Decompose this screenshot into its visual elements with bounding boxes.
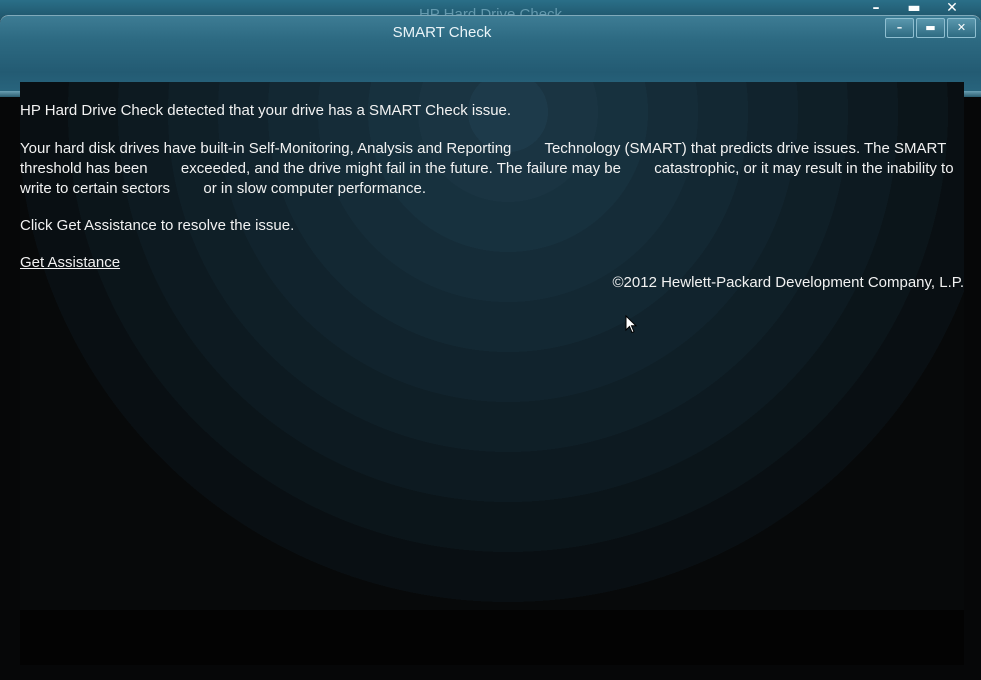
get-assistance-link[interactable]: Get Assistance [20, 254, 120, 271]
detection-message: HP Hard Drive Check detected that your d… [20, 102, 512, 119]
window-controls: – ▬ ✕ [885, 18, 976, 38]
maximize-button[interactable]: ▬ [916, 18, 945, 38]
instruction-message: Click Get Assistance to resolve the issu… [20, 217, 295, 234]
dialog-content: HP Hard Drive Check detected that your d… [20, 82, 964, 665]
footer-bar [20, 610, 964, 665]
dialog-title: SMART Check [392, 24, 492, 41]
smart-explanation: Your hard disk drives have built-in Self… [20, 140, 958, 197]
close-button[interactable]: ✕ [947, 18, 976, 38]
copyright-text: ©2012 Hewlett-Packard Development Compan… [612, 274, 964, 291]
mouse-cursor-icon [625, 315, 638, 334]
minimize-button[interactable]: – [885, 18, 914, 38]
